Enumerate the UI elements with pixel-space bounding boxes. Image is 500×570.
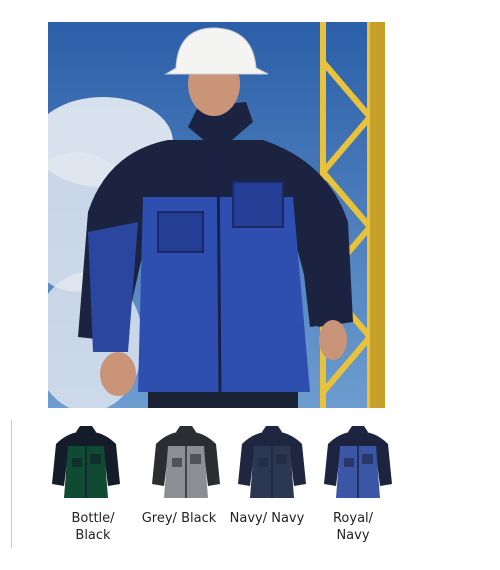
divider-line	[11, 420, 12, 548]
colour-label-2: Grey/ Black	[141, 511, 217, 526]
colour-swatch-1[interactable]	[46, 424, 126, 502]
colour-label-3: Navy/ Navy	[229, 511, 305, 526]
colour-swatch-3[interactable]	[232, 424, 312, 502]
colour-label-4: Royal/ Navy	[332, 511, 374, 543]
colour-swatch-4[interactable]	[318, 424, 398, 502]
product-photo	[48, 22, 385, 408]
colour-label-1: Bottle/ Black	[71, 511, 115, 543]
colour-swatch-2[interactable]	[146, 424, 226, 502]
